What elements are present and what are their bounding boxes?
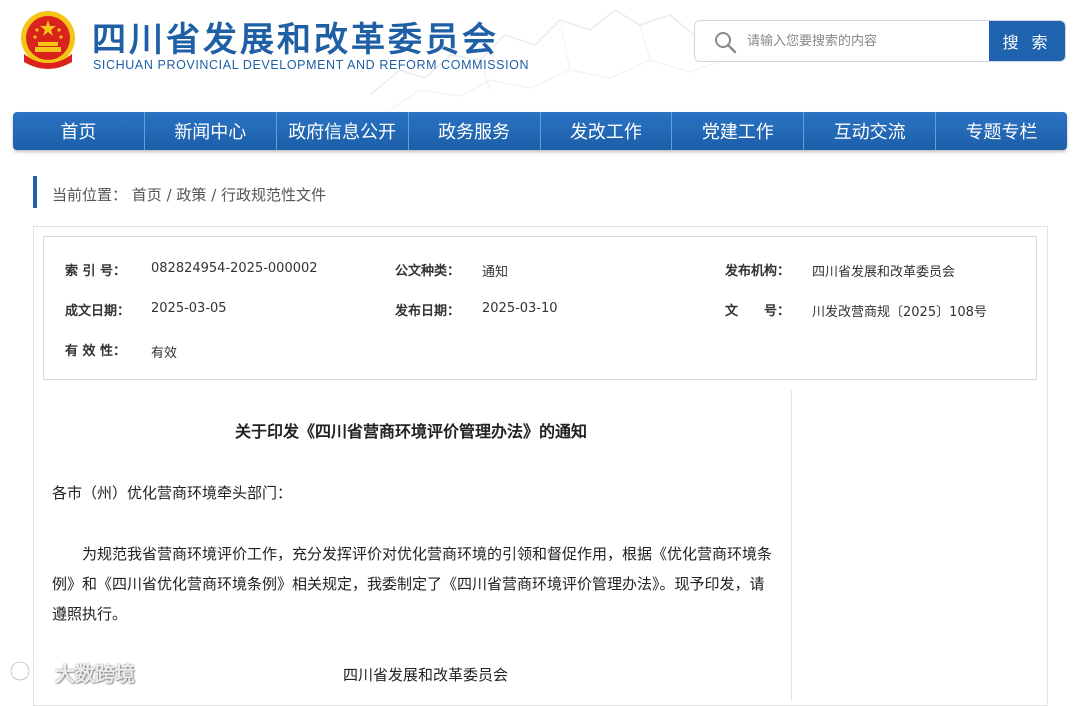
breadcrumb-prefix: 当前位置： bbox=[52, 186, 128, 204]
breadcrumb: 当前位置： 首页 / 政策 / 行政规范性文件 bbox=[52, 184, 326, 205]
watermark-logo-icon bbox=[9, 659, 52, 682]
national-emblem-icon bbox=[21, 11, 75, 69]
breadcrumb-link-home[interactable]: 首页 bbox=[132, 186, 162, 204]
meta-label-validity: 有 效 性： bbox=[65, 344, 127, 359]
nav-item-special-topics[interactable]: 专题专栏 bbox=[936, 112, 1067, 150]
search-button[interactable]: 搜 索 bbox=[989, 21, 1065, 61]
document-body-paragraph: 为规范我省营商环境评价工作，充分发挥评价对优化营商环境的引领和督促作用，根据《优… bbox=[52, 545, 773, 623]
breadcrumb-accent-bar bbox=[33, 176, 37, 208]
nav-item-interaction[interactable]: 互动交流 bbox=[804, 112, 937, 150]
watermark-text: 大数跨境 bbox=[55, 662, 135, 686]
breadcrumb-link-normative-docs[interactable]: 行政规范性文件 bbox=[221, 186, 326, 204]
meta-value-published-date: 2025-03-10 bbox=[482, 301, 558, 316]
main-nav: 首页 新闻中心 政府信息公开 政务服务 发改工作 党建工作 互动交流 专题专栏 bbox=[13, 112, 1067, 150]
meta-label-created-date: 成文日期： bbox=[65, 304, 131, 319]
meta-value-index: 082824954-2025-000002 bbox=[151, 261, 318, 276]
document-metadata-table: 索 引 号： 082824954-2025-000002 公文种类： 通知 发布… bbox=[43, 236, 1037, 380]
site-title-english: SICHUAN PROVINCIAL DEVELOPMENT AND REFOR… bbox=[93, 58, 530, 72]
document-title: 关于印发《四川省营商环境评价管理办法》的通知 bbox=[234, 422, 587, 441]
breadcrumb-separator: / bbox=[206, 186, 222, 204]
meta-value-validity: 有效 bbox=[151, 346, 178, 361]
nav-item-gov-info-disclosure[interactable]: 政府信息公开 bbox=[277, 112, 409, 150]
meta-value-document-number: 川发改营商规〔2025〕108号 bbox=[812, 305, 987, 320]
nav-item-news-center[interactable]: 新闻中心 bbox=[145, 112, 277, 150]
search-icon bbox=[715, 32, 737, 54]
search-input[interactable] bbox=[747, 21, 987, 61]
nav-item-reform-work[interactable]: 发改工作 bbox=[541, 112, 673, 150]
meta-value-category: 通知 bbox=[482, 265, 509, 280]
meta-label-category: 公文种类： bbox=[395, 264, 461, 279]
breadcrumb-separator: / bbox=[161, 186, 177, 204]
site-title: 四川省发展和改革委员会 bbox=[92, 20, 499, 60]
meta-value-created-date: 2025-03-05 bbox=[151, 301, 227, 316]
breadcrumb-link-policy[interactable]: 政策 bbox=[176, 186, 206, 204]
document-signature: 四川省发展和改革委员会 bbox=[343, 666, 509, 684]
meta-label-published-date: 发布日期： bbox=[395, 304, 461, 319]
document-salutation: 各市（州）优化营商环境牵头部门： bbox=[52, 484, 293, 502]
nav-item-home[interactable]: 首页 bbox=[13, 112, 145, 150]
sidebar-divider bbox=[791, 390, 792, 700]
meta-value-issuer: 四川省发展和改革委员会 bbox=[812, 265, 956, 280]
nav-item-party-building[interactable]: 党建工作 bbox=[672, 112, 805, 150]
site-header: 四川省发展和改革委员会 SICHUAN PROVINCIAL DEVELOPME… bbox=[0, 0, 1080, 110]
meta-label-index: 索 引 号： bbox=[65, 264, 127, 279]
meta-label-issuer: 发布机构： bbox=[725, 264, 791, 279]
search-box: 搜 索 bbox=[694, 20, 1066, 62]
meta-label-document-number: 文 号： bbox=[725, 304, 791, 319]
nav-item-gov-services[interactable]: 政务服务 bbox=[409, 112, 541, 150]
